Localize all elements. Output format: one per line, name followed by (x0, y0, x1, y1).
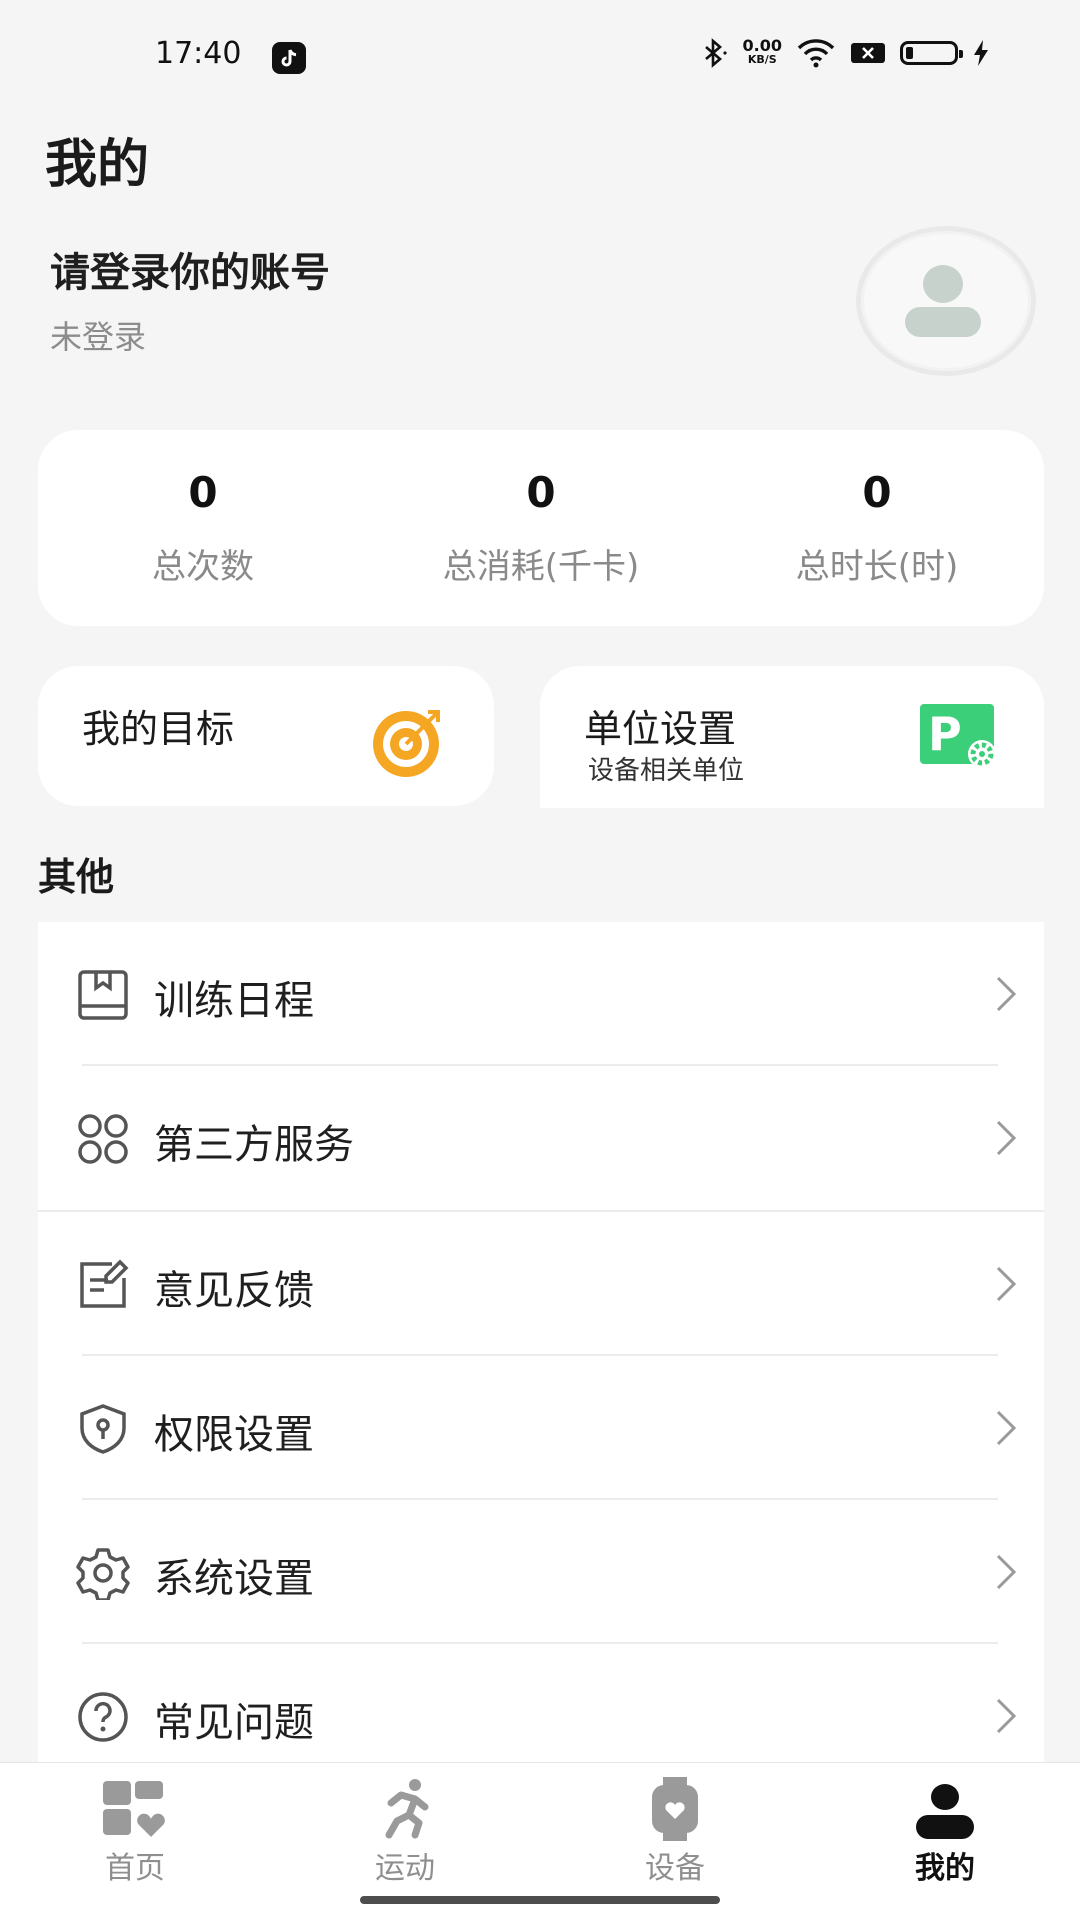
chevron-right-icon (996, 1410, 1017, 1446)
net-speed-unit: KB/S (747, 53, 777, 66)
tab-label: 我的 (915, 1851, 975, 1886)
watch-icon (652, 1777, 698, 1841)
no-sim-icon (851, 43, 885, 63)
menu-item-label: 权限设置 (154, 1412, 314, 1458)
question-circle-icon (78, 1692, 128, 1742)
tab-label: 设备 (645, 1851, 705, 1886)
stat-value: 0 (526, 468, 556, 517)
charging-icon (974, 40, 988, 66)
target-icon (373, 710, 440, 777)
tab-sport[interactable]: 运动 (335, 1771, 475, 1887)
wifi-icon (797, 39, 835, 68)
unit-settings-title: 单位设置 (584, 707, 737, 751)
menu-item-label: 常见问题 (154, 1700, 314, 1746)
stat-label: 总时长(时) (795, 547, 959, 587)
status-icons: 0.00 KB/S (699, 38, 990, 68)
tab-device[interactable]: 设备 (605, 1771, 745, 1887)
net-speed-value: 0.00 (742, 36, 782, 55)
login-prompt[interactable]: 请登录你的账号 (50, 240, 330, 298)
default-avatar-icon (905, 265, 981, 337)
status-time: 17:40 (155, 36, 242, 71)
chevron-right-icon (996, 976, 1017, 1012)
stat-total-count: 0 总次数 (38, 468, 368, 588)
menu-item-third-party-services[interactable]: 第三方服务 (38, 1066, 1044, 1210)
stat-label: 总消耗(千卡) (442, 547, 640, 587)
bluetooth-icon (704, 38, 727, 68)
avatar[interactable] (856, 226, 1036, 376)
login-status: 未登录 (50, 318, 147, 356)
person-icon (916, 1784, 974, 1839)
unit-p-settings-icon: P (920, 704, 996, 768)
menu-item-system-settings[interactable]: 系统设置 (38, 1500, 1044, 1644)
stats-card: 0 总次数 0 总消耗(千卡) 0 总时长(时) (38, 430, 1044, 626)
stat-value: 0 (862, 468, 892, 517)
unit-settings-card[interactable]: 单位设置 设备相关单位 P (540, 666, 1044, 808)
section-title-other: 其他 (38, 855, 115, 899)
chevron-right-icon (996, 1266, 1017, 1302)
gear-icon (76, 1548, 130, 1600)
home-heart-icon (103, 1781, 168, 1841)
home-indicator[interactable] (360, 1896, 720, 1904)
page-title: 我的 (45, 135, 150, 195)
stat-total-duration: 0 总时长(时) (712, 468, 1042, 588)
chevron-right-icon (996, 1698, 1017, 1734)
my-goal-title: 我的目标 (82, 707, 235, 751)
tab-label: 首页 (105, 1851, 165, 1886)
menu-item-training-schedule[interactable]: 训练日程 (38, 922, 1044, 1066)
tab-mine[interactable]: 我的 (875, 1771, 1015, 1887)
svg-text:P: P (928, 707, 962, 761)
apps-grid-icon (78, 1114, 128, 1164)
unit-settings-subtitle: 设备相关单位 (588, 756, 745, 786)
menu-item-label: 意见反馈 (154, 1268, 314, 1314)
calendar-book-icon (78, 970, 128, 1020)
stat-total-calories: 0 总消耗(千卡) (376, 468, 706, 588)
stat-value: 0 (188, 468, 218, 517)
feedback-edit-icon (80, 1259, 129, 1308)
chevron-right-icon (996, 1120, 1017, 1156)
battery-icon (900, 41, 963, 65)
tiktok-notification-icon (272, 42, 306, 74)
runner-icon (385, 1779, 429, 1839)
menu-item-label: 训练日程 (154, 978, 314, 1024)
menu-item-permission-settings[interactable]: 权限设置 (38, 1356, 1044, 1500)
my-goal-card[interactable]: 我的目标 (38, 666, 494, 806)
tab-home[interactable]: 首页 (65, 1771, 205, 1887)
menu-item-label: 第三方服务 (154, 1122, 354, 1168)
shield-lock-icon (80, 1404, 126, 1454)
tab-label: 运动 (375, 1851, 435, 1886)
chevron-right-icon (996, 1554, 1017, 1590)
menu-item-feedback[interactable]: 意见反馈 (38, 1212, 1044, 1356)
other-menu-list: 训练日程 第三方服务 意见反馈 权限设置 系统设置 常见问题 (38, 922, 1044, 1788)
stat-label: 总次数 (152, 547, 254, 587)
net-speed: 0.00 KB/S (742, 36, 782, 67)
menu-item-label: 系统设置 (154, 1556, 314, 1602)
